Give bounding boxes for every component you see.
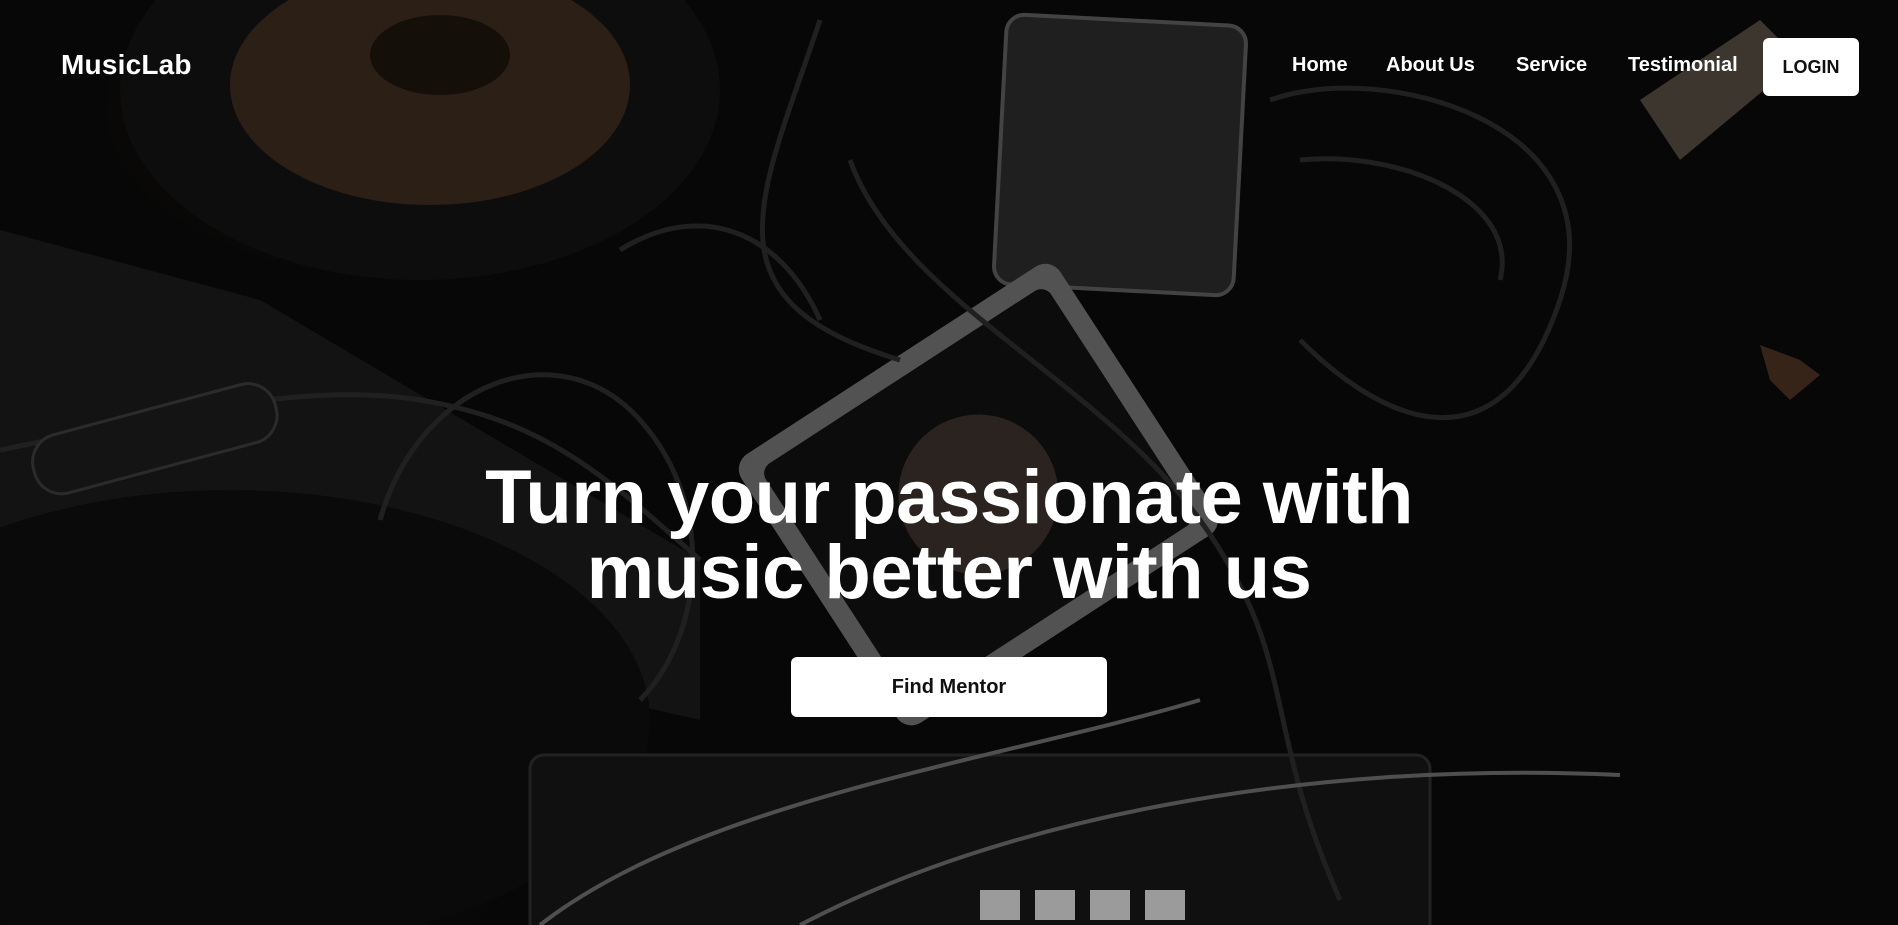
login-button[interactable]: LOGIN — [1763, 38, 1859, 96]
nav-link-about-us[interactable]: About Us — [1386, 54, 1475, 77]
hero-headline: Turn your passionate with music better w… — [0, 460, 1898, 611]
top-navigation: MusicLab Home About Us Service Testimoni… — [0, 0, 1898, 133]
nav-link-service[interactable]: Service — [1516, 54, 1587, 77]
find-mentor-button[interactable]: Find Mentor — [791, 657, 1107, 717]
brand-logo[interactable]: MusicLab — [61, 49, 192, 81]
nav-link-home[interactable]: Home — [1292, 54, 1348, 77]
hero-section: MusicLab Home About Us Service Testimoni… — [0, 0, 1898, 925]
hero-headline-line-2: music better with us — [586, 530, 1312, 615]
nav-link-testimonial[interactable]: Testimonial — [1628, 54, 1738, 77]
hero-headline-line-1: Turn your passionate with — [485, 455, 1413, 540]
